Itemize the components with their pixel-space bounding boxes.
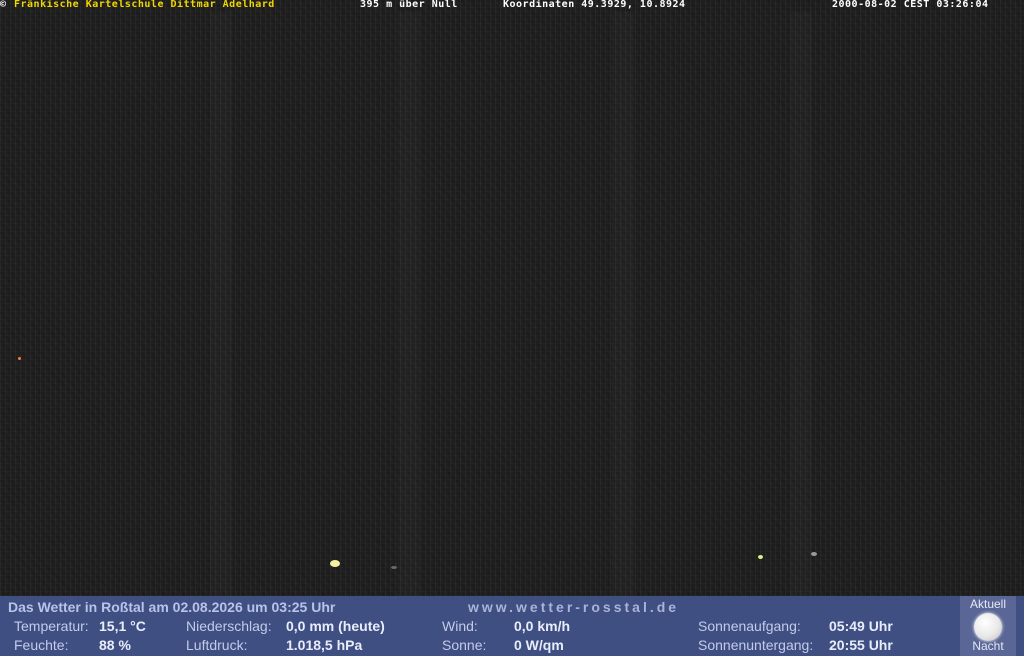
light-spot <box>18 357 21 360</box>
noise-band <box>790 12 812 596</box>
weather-bar: Das Wetter in Roßtal am 02.08.2026 um 03… <box>0 596 1024 656</box>
moon-bottom-label: Nacht <box>972 639 1004 653</box>
precipitation-label: Niederschlag: <box>186 618 272 634</box>
wind-label: Wind: <box>442 618 478 634</box>
sunset-value: 20:55 Uhr <box>829 637 893 653</box>
website-link[interactable]: www.wetter-rosstal.de <box>468 599 679 615</box>
light-spot <box>811 552 817 556</box>
noise-band <box>398 12 420 596</box>
weather-title: Das Wetter in Roßtal am 02.08.2026 um 03… <box>8 599 336 615</box>
full-moon-icon <box>974 613 1002 641</box>
moon-phase: Aktuell Nacht <box>960 596 1016 656</box>
camera-overlay: © Fränkische Kartelschule Dittmar Adelha… <box>0 0 1024 11</box>
webcam-image <box>0 0 1024 596</box>
temperature-label: Temperatur: <box>14 618 89 634</box>
temperature-value: 15,1 °C <box>99 618 146 634</box>
humidity-label: Feuchte: <box>14 637 69 653</box>
light-spot <box>330 560 340 567</box>
wind-value: 0,0 km/h <box>514 618 571 634</box>
precipitation-value: 0,0 mm (heute) <box>286 618 385 634</box>
sunrise-label: Sonnenaufgang: <box>698 618 801 634</box>
moon-top-label: Aktuell <box>969 597 1007 611</box>
overlay-coordinates: Koordinaten 49.3929, 10.8924 <box>503 0 686 10</box>
sunset-label: Sonnenuntergang: <box>698 637 814 653</box>
sun-value: 0 W/qm <box>514 637 564 653</box>
pressure-value: 1.018,5 hPa <box>286 637 363 653</box>
overlay-owner: Fränkische Kartelschule Dittmar Adelhard <box>14 0 275 10</box>
light-spot <box>758 555 763 559</box>
noise-band <box>210 12 232 596</box>
sun-label: Sonne: <box>442 637 487 653</box>
noise-band <box>612 12 634 596</box>
sunrise-value: 05:49 Uhr <box>829 618 893 634</box>
light-spot <box>391 566 397 569</box>
humidity-value: 88 % <box>99 637 131 653</box>
copyright-symbol: © <box>0 0 7 10</box>
overlay-altitude: 395 m über Null <box>360 0 458 10</box>
overlay-timestamp: 2000-08-02 CEST 03:26:04 <box>832 0 989 10</box>
pressure-label: Luftdruck: <box>186 637 248 653</box>
